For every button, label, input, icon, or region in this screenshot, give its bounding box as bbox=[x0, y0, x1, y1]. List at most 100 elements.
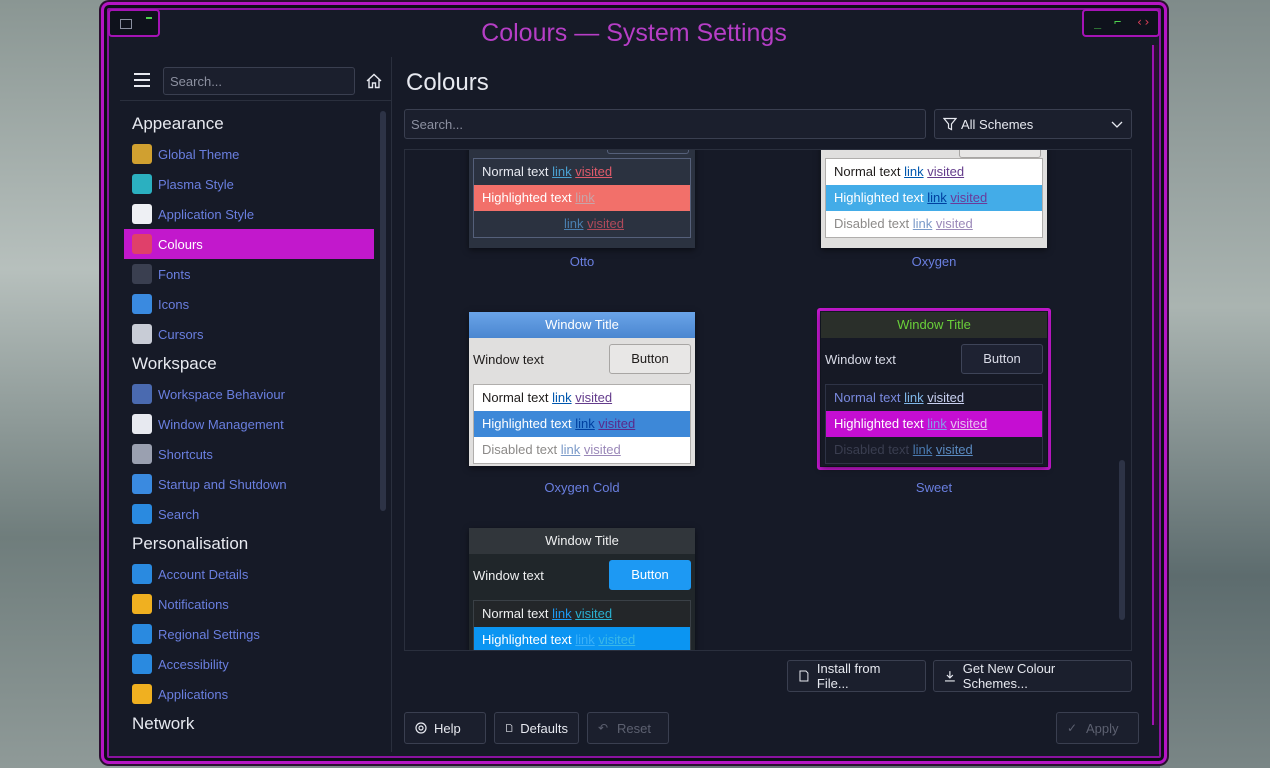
sidebar-item-label: Fonts bbox=[158, 266, 191, 282]
sidebar-item-search[interactable]: Search bbox=[124, 499, 374, 529]
link-text: link bbox=[575, 190, 595, 205]
window-frame-rail bbox=[1152, 45, 1158, 725]
defaults-button[interactable]: Defaults bbox=[494, 712, 579, 744]
disabled-text-line: Disabled text link visited bbox=[826, 211, 1042, 237]
highlighted-text: Highlighted text bbox=[834, 190, 924, 205]
disabled-text: Disabled text bbox=[482, 442, 558, 457]
link-text: link bbox=[575, 632, 595, 647]
cursors-icon bbox=[132, 324, 152, 344]
get-new-colour-schemes-button[interactable]: Get New Colour Schemes... bbox=[933, 660, 1132, 692]
scheme-preview: Window Title Window text Button Normal t… bbox=[469, 528, 695, 650]
sidebar-section-title: Appearance bbox=[132, 114, 224, 133]
normal-text-line: Normal text link visited bbox=[474, 601, 690, 627]
normal-text: Normal text bbox=[482, 164, 549, 179]
sidebar-item-label: Account Details bbox=[158, 566, 249, 582]
button-preview bbox=[607, 150, 689, 154]
link-text: link bbox=[912, 216, 933, 231]
sidebar-search-input[interactable]: Search... bbox=[163, 67, 355, 95]
sidebar-item-label: Accessibility bbox=[158, 656, 229, 672]
sidebar-item-label: Regional Settings bbox=[158, 626, 260, 642]
sidebar-item-icons[interactable]: Icons bbox=[124, 289, 374, 319]
sidebar-item-notifications[interactable]: Notifications bbox=[124, 589, 374, 619]
sidebar-item-window-management[interactable]: Window Management bbox=[124, 409, 374, 439]
button-preview: Button bbox=[609, 344, 691, 374]
sidebar-item-label: Colours bbox=[158, 236, 203, 252]
link-text: link bbox=[552, 390, 572, 405]
normal-text-line: Normal text link visited bbox=[474, 385, 690, 411]
visited-text: visited bbox=[950, 190, 988, 205]
sidebar-scrollbar[interactable] bbox=[380, 111, 386, 511]
scheme-preview: Window Title Window text Button Normal t… bbox=[469, 312, 695, 466]
undo-icon: ↶ bbox=[598, 721, 609, 735]
highlighted-text-line: Highlighted text link visited bbox=[474, 411, 690, 437]
scheme-search-input[interactable]: Search... bbox=[404, 109, 926, 139]
sidebar: Search... Appearance Global Theme Plasma S… bbox=[120, 57, 392, 752]
link-text: link bbox=[552, 164, 572, 179]
grid-scrollbar[interactable] bbox=[1119, 460, 1125, 620]
sidebar-item-label: Plasma Style bbox=[158, 176, 234, 192]
sidebar-item-regional-settings[interactable]: Regional Settings bbox=[124, 619, 374, 649]
chevron-down-icon bbox=[1111, 121, 1123, 128]
link-text: link bbox=[904, 390, 924, 405]
visited-text: visited bbox=[598, 632, 636, 647]
window-management-icon bbox=[132, 414, 152, 434]
sidebar-item-colours[interactable]: Colours bbox=[124, 229, 374, 259]
apply-label: Apply bbox=[1086, 720, 1119, 736]
sidebar-item-startup-and-shutdown[interactable]: Startup and Shutdown bbox=[124, 469, 374, 499]
highlighted-text-line: Highlighted text link bbox=[474, 185, 690, 211]
install-from-file-button[interactable]: Install from File... bbox=[787, 660, 926, 692]
sidebar-item-workspace-behaviour[interactable]: Workspace Behaviour bbox=[124, 379, 374, 409]
sidebar-item-label: Startup and Shutdown bbox=[158, 476, 287, 492]
startup-shutdown-icon bbox=[132, 474, 152, 494]
checkmark-icon: ✓ bbox=[1067, 721, 1078, 735]
maximize-button[interactable]: ⌐ bbox=[1114, 15, 1121, 29]
accessibility-icon bbox=[132, 654, 152, 674]
disabled-text-line: link visited bbox=[474, 211, 690, 237]
sidebar-item-label: Icons bbox=[158, 296, 190, 312]
sidebar-item-accessibility[interactable]: Accessibility bbox=[124, 649, 374, 679]
plasma-style-icon bbox=[132, 174, 152, 194]
sidebar-item-application-style[interactable]: Application Style bbox=[124, 199, 374, 229]
highlighted-text: Highlighted text bbox=[482, 190, 572, 205]
help-button[interactable]: Help bbox=[404, 712, 486, 744]
minimize-button[interactable]: _ bbox=[1094, 15, 1101, 29]
highlighted-text-line: Highlighted text link visited bbox=[826, 185, 1042, 211]
sidebar-item-global-theme[interactable]: Global Theme bbox=[124, 139, 374, 169]
sidebar-item-account-details[interactable]: Account Details bbox=[124, 559, 374, 589]
visited-text: visited bbox=[587, 216, 624, 231]
sidebar-item-label: Workspace Behaviour bbox=[158, 386, 285, 402]
sidebar-item-shortcuts[interactable]: Shortcuts bbox=[124, 439, 374, 469]
window-controls: _ ⌐ ‹› bbox=[1082, 9, 1160, 37]
home-icon[interactable] bbox=[366, 73, 382, 89]
disabled-text-line: Disabled text link visited bbox=[474, 437, 690, 463]
scheme-filter-dropdown[interactable]: All Schemes bbox=[934, 109, 1132, 139]
hamburger-menu-icon[interactable] bbox=[134, 73, 150, 87]
view-preview: Normal text link visited Highlighted tex… bbox=[825, 158, 1043, 238]
reset-button[interactable]: ↶ Reset bbox=[587, 712, 669, 744]
link-text: link bbox=[927, 416, 947, 431]
view-preview: Normal text link visited Highlighted tex… bbox=[473, 600, 691, 650]
sidebar-item-label: Search bbox=[158, 506, 200, 522]
icons-icon bbox=[132, 294, 152, 314]
sidebar-item-applications[interactable]: Applications bbox=[124, 679, 374, 709]
highlighted-text-line: Highlighted text link visited bbox=[474, 627, 690, 650]
sidebar-item-fonts[interactable]: Fonts bbox=[124, 259, 374, 289]
sidebar-item-cursors[interactable]: Cursors bbox=[124, 319, 374, 349]
fonts-icon bbox=[132, 264, 152, 284]
window-text: Window text bbox=[473, 352, 544, 367]
colour-scheme-grid: Normal text link visited Highlighted tex… bbox=[404, 149, 1132, 651]
link-text: link bbox=[560, 442, 581, 457]
workspace-behaviour-icon bbox=[132, 384, 152, 404]
apply-button[interactable]: ✓ Apply bbox=[1056, 712, 1139, 744]
scheme-preview: Window Title Window text Button Normal t… bbox=[821, 312, 1047, 466]
close-button[interactable]: ‹› bbox=[1136, 15, 1150, 29]
shortcuts-icon bbox=[132, 444, 152, 464]
highlighted-text: Highlighted text bbox=[834, 416, 924, 431]
window-row-preview: Window text Button bbox=[469, 554, 695, 600]
defaults-icon bbox=[506, 724, 513, 732]
normal-text: Normal text bbox=[834, 164, 901, 179]
sidebar-item-plasma-style[interactable]: Plasma Style bbox=[124, 169, 374, 199]
link-text: link bbox=[927, 190, 947, 205]
scheme-preview: Normal text link visited Highlighted tex… bbox=[821, 150, 1047, 248]
window-row-preview: Window text Button bbox=[821, 338, 1047, 384]
